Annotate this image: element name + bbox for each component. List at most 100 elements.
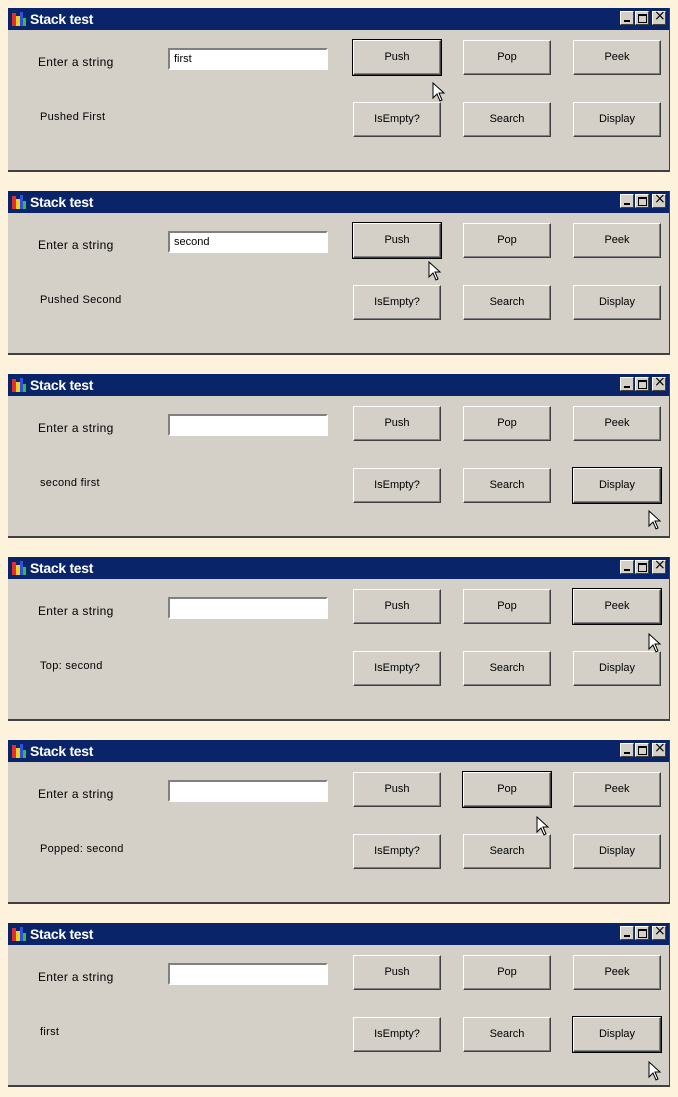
is-empty-button[interactable]: IsEmpty?: [353, 468, 441, 503]
peek-button[interactable]: Peek: [573, 406, 661, 441]
string-input[interactable]: [168, 780, 328, 802]
stack-test-window: Stack test Enter a string Push Pop Peek …: [8, 740, 670, 904]
maximize-icon[interactable]: [635, 560, 649, 574]
title-bar[interactable]: Stack test: [8, 557, 669, 579]
title-bar[interactable]: Stack test: [8, 374, 669, 396]
push-button[interactable]: Push: [352, 39, 442, 76]
stack-app-icon: [12, 195, 26, 209]
maximize-icon[interactable]: [635, 194, 649, 208]
peek-button[interactable]: Peek: [573, 955, 661, 990]
stack-app-icon: [12, 378, 26, 392]
peek-button[interactable]: Peek: [573, 40, 661, 75]
close-icon[interactable]: [652, 557, 666, 574]
search-button[interactable]: Search: [463, 102, 551, 137]
title-bar[interactable]: Stack test: [8, 8, 669, 30]
mouse-cursor-icon: [432, 82, 446, 102]
status-label: Pushed Second: [40, 294, 122, 306]
stack-app-icon: [12, 744, 26, 758]
search-button[interactable]: Search: [463, 285, 551, 320]
window-title: Stack test: [30, 194, 94, 210]
close-icon[interactable]: [652, 8, 666, 25]
status-label: Popped: second: [40, 843, 124, 855]
title-bar[interactable]: Stack test: [8, 923, 669, 945]
title-bar[interactable]: Stack test: [8, 740, 669, 762]
is-empty-button[interactable]: IsEmpty?: [353, 285, 441, 320]
pop-button[interactable]: Pop: [463, 406, 551, 441]
close-icon[interactable]: [652, 374, 666, 391]
is-empty-button[interactable]: IsEmpty?: [353, 651, 441, 686]
minimize-icon[interactable]: [620, 926, 634, 940]
display-button[interactable]: Display: [573, 651, 661, 686]
stack-app-icon: [12, 12, 26, 26]
status-label: second first: [40, 477, 100, 489]
push-button[interactable]: Push: [353, 589, 441, 624]
pop-button[interactable]: Pop: [463, 955, 551, 990]
mouse-cursor-icon: [536, 816, 550, 836]
maximize-icon[interactable]: [635, 743, 649, 757]
search-button[interactable]: Search: [463, 834, 551, 869]
window-title: Stack test: [30, 560, 94, 576]
enter-string-label: Enter a string: [38, 55, 114, 69]
maximize-icon[interactable]: [635, 926, 649, 940]
status-label: first: [40, 1026, 60, 1038]
pop-button[interactable]: Pop: [463, 589, 551, 624]
string-input[interactable]: [168, 414, 328, 436]
string-input[interactable]: [168, 231, 328, 253]
stack-test-window: Stack test Enter a string Push Pop Peek …: [8, 923, 670, 1087]
search-button[interactable]: Search: [463, 1017, 551, 1052]
peek-button[interactable]: Peek: [572, 588, 662, 625]
enter-string-label: Enter a string: [38, 421, 114, 435]
mouse-cursor-icon: [648, 510, 662, 530]
push-button[interactable]: Push: [352, 222, 442, 259]
stack-test-window: Stack test Enter a string Push Pop Peek …: [8, 374, 670, 538]
mouse-cursor-icon: [648, 633, 662, 653]
minimize-icon[interactable]: [620, 743, 634, 757]
display-button[interactable]: Display: [573, 102, 661, 137]
minimize-icon[interactable]: [620, 11, 634, 25]
pop-button[interactable]: Pop: [463, 223, 551, 258]
is-empty-button[interactable]: IsEmpty?: [353, 834, 441, 869]
maximize-icon[interactable]: [635, 377, 649, 391]
close-icon[interactable]: [652, 191, 666, 208]
stack-app-icon: [12, 561, 26, 575]
close-icon[interactable]: [652, 740, 666, 757]
enter-string-label: Enter a string: [38, 970, 114, 984]
enter-string-label: Enter a string: [38, 238, 114, 252]
is-empty-button[interactable]: IsEmpty?: [353, 102, 441, 137]
title-bar[interactable]: Stack test: [8, 191, 669, 213]
minimize-icon[interactable]: [620, 560, 634, 574]
pop-button[interactable]: Pop: [463, 40, 551, 75]
status-label: Top: second: [40, 660, 103, 672]
push-button[interactable]: Push: [353, 772, 441, 807]
stack-app-icon: [12, 927, 26, 941]
window-title: Stack test: [30, 926, 94, 942]
minimize-icon[interactable]: [620, 194, 634, 208]
minimize-icon[interactable]: [620, 377, 634, 391]
window-title: Stack test: [30, 11, 94, 27]
stack-test-window: Stack test Enter a string Push Pop Peek …: [8, 557, 670, 721]
display-button[interactable]: Display: [572, 467, 662, 504]
display-button[interactable]: Display: [572, 1016, 662, 1053]
pop-button[interactable]: Pop: [462, 771, 552, 808]
string-input[interactable]: [168, 963, 328, 985]
peek-button[interactable]: Peek: [573, 772, 661, 807]
enter-string-label: Enter a string: [38, 604, 114, 618]
enter-string-label: Enter a string: [38, 787, 114, 801]
display-button[interactable]: Display: [573, 285, 661, 320]
search-button[interactable]: Search: [463, 651, 551, 686]
is-empty-button[interactable]: IsEmpty?: [353, 1017, 441, 1052]
string-input[interactable]: [168, 597, 328, 619]
string-input[interactable]: [168, 48, 328, 70]
close-icon[interactable]: [652, 923, 666, 940]
status-label: Pushed First: [40, 111, 106, 123]
push-button[interactable]: Push: [353, 955, 441, 990]
stack-test-window: Stack test Enter a string Push Pop Peek …: [8, 191, 670, 355]
window-title: Stack test: [30, 743, 94, 759]
search-button[interactable]: Search: [463, 468, 551, 503]
display-button[interactable]: Display: [573, 834, 661, 869]
window-title: Stack test: [30, 377, 94, 393]
mouse-cursor-icon: [428, 261, 442, 281]
peek-button[interactable]: Peek: [573, 223, 661, 258]
maximize-icon[interactable]: [635, 11, 649, 25]
push-button[interactable]: Push: [353, 406, 441, 441]
